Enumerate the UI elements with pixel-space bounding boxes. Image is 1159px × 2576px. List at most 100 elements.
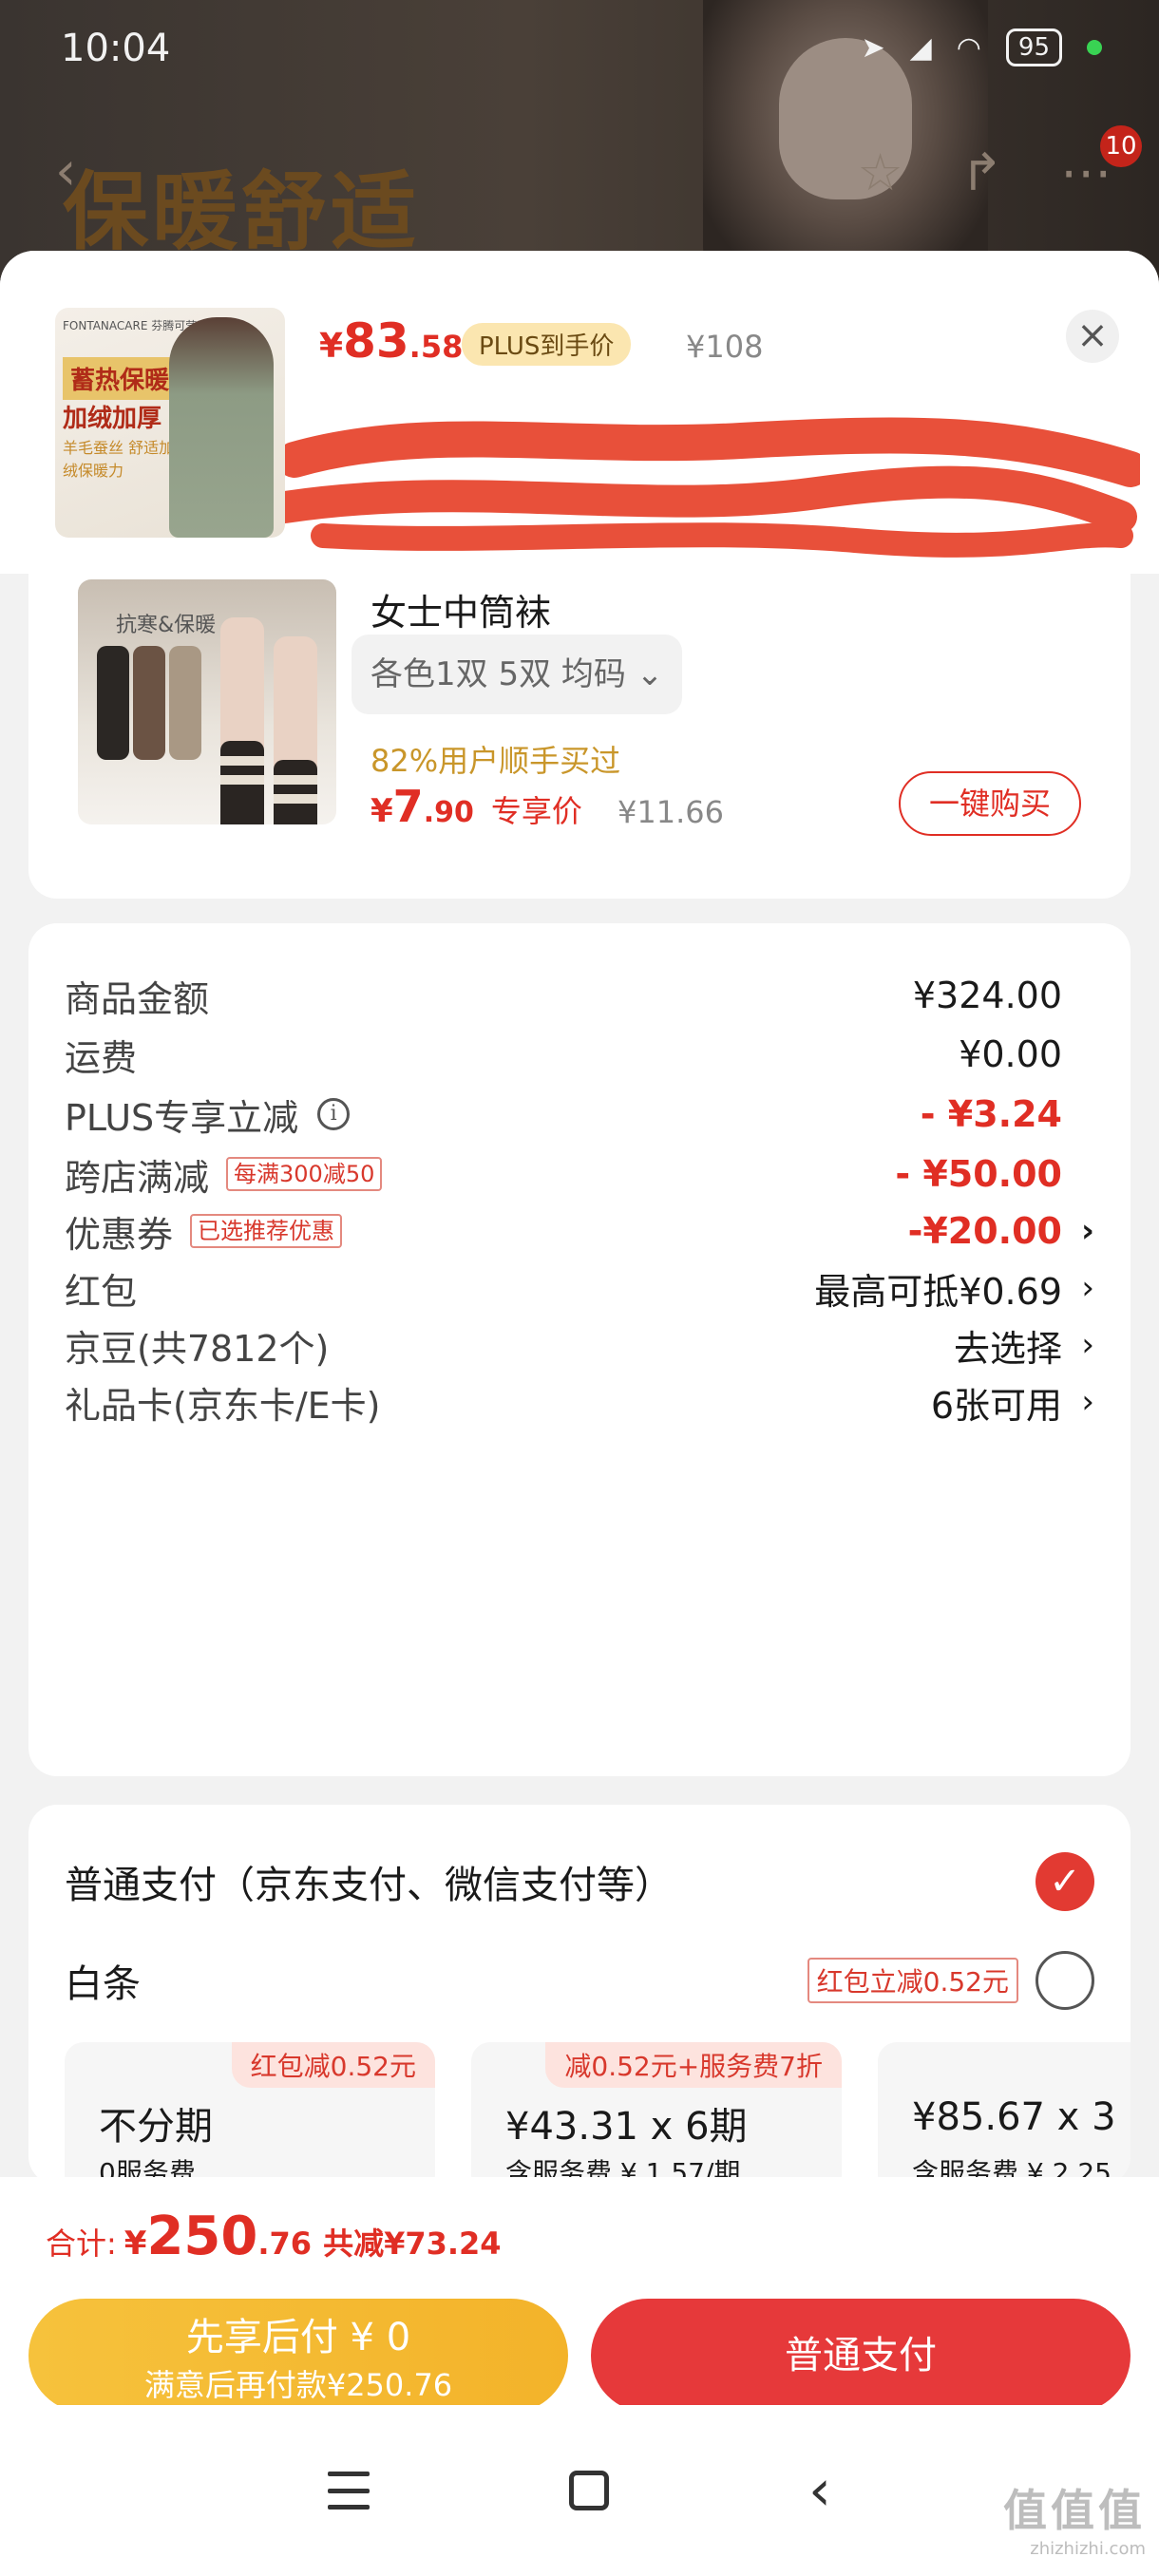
product-image-tag-1: 蓄热保暖 [63,357,178,400]
privacy-indicator-icon [1087,40,1102,55]
striped-sock-right [274,760,317,824]
info-icon[interactable]: i [317,1098,351,1130]
promo-tag: 每满300减50 [226,1157,383,1191]
row-value: ¥0.00 [959,1033,1094,1075]
product-image-tag-3: 羊毛蚕丝 舒适加绒保暖力 [63,439,175,480]
checkmark-icon[interactable]: ✓ [1036,1852,1094,1911]
row-label: 红包 [65,1270,138,1313]
status-time: 10:04 [61,27,171,70]
currency-symbol: ¥ [319,327,344,366]
price-decimal: .90 [423,796,474,829]
menu-icon-line [328,2488,370,2493]
row-value: - ¥50.00 [895,1153,1094,1195]
striped-sock-left [220,741,264,824]
addon-price: ¥ 7 .90 专享价 [370,781,582,832]
menu-icon-line [328,2505,370,2510]
location-icon: ➤ [861,30,885,65]
back-icon[interactable]: ‹ [808,2457,831,2524]
total-saved: 共减¥73.24 [323,2226,502,2262]
model-leg-left [220,617,264,824]
row-value: 6张可用 › [931,1376,1094,1429]
plan-main: ¥85.67 x 3 [912,2095,1116,2139]
menu-icon[interactable] [328,2472,370,2510]
row-value: 最高可抵¥0.69 › [814,1262,1094,1315]
row-label: 商品金额 [65,977,210,1020]
row-label: 优惠券 已选推荐优惠 [65,1205,343,1258]
addon-spec-selector[interactable]: 各色1双 5双 均码 ⌄ [352,635,683,714]
row-value-text: 6张可用 [930,1384,1062,1427]
redaction-scribble [285,417,1140,558]
product-thumbnail[interactable]: FONTANACARE 芬腾可莹 蓄热保暖 加绒加厚 羊毛蚕丝 舒适加绒保暖力 [55,308,285,538]
one-click-buy-button[interactable]: 一键购买 [899,771,1081,836]
addon-product-image[interactable]: 抗寒&保暖 [78,579,336,824]
price-decimal: .58 [408,329,464,365]
row-shipping: 运费 ¥0.00 [65,1026,1094,1083]
row-value: -¥20.00 › [908,1210,1094,1252]
row-value: ¥324.00 [913,975,1094,1016]
order-total-bar: 合计: ¥ 250 .76 共减¥73.24 [0,2177,1159,2295]
pay-later-line1: 先享后付 ¥ 0 [185,2316,411,2359]
row-label: 京豆(共7812个) [65,1327,330,1370]
sock-stripe [220,756,264,766]
normal-pay-button[interactable]: 普通支付 [591,2299,1130,2413]
row-jingdou[interactable]: 京豆(共7812个) 去选择 › [65,1316,1094,1373]
chevron-right-icon: › [1081,1269,1094,1307]
row-red-packet[interactable]: 红包 最高可抵¥0.69 › [65,1260,1094,1316]
row-label: PLUS专享立减 i [65,1089,351,1141]
watermark-main: 值值值 [1003,2485,1146,2536]
row-value-text: ¥0.00 [959,1033,1062,1075]
signal-icon: ◢ [909,30,932,65]
original-price: ¥108 [686,329,764,365]
radio-button[interactable] [1036,1951,1094,2010]
share-icon[interactable]: ↱ [960,142,1003,202]
status-icons: ➤ ◢ ◠ 95 [861,28,1102,66]
addon-spec-text: 各色1双 5双 均码 [370,655,626,693]
normal-payment-option[interactable]: 普通支付（京东支付、微信支付等） ✓ [65,1852,1094,1911]
pay-later-line2: 满意后再付款¥250.76 [143,2367,453,2403]
home-icon[interactable] [569,2471,609,2510]
addon-title: 女士中筒袜 [370,592,552,634]
sock-stripe [274,775,317,785]
sock-stripe [274,794,317,804]
price-summary-card: 商品金额 ¥324.00 运费 ¥0.00 PLUS专享立减 i - ¥3.24 … [28,923,1130,1776]
product-price: ¥ 83 .58 [319,313,463,369]
pay-later-button[interactable]: 先享后付 ¥ 0 满意后再付款¥250.76 [28,2299,568,2413]
background-actions: ☆ ↱ ⋯ [857,142,1112,202]
installment-plan-6[interactable]: 减0.52元+服务费7折 ¥43.31 x 6期 含服务费 ¥ 1.57/期 [471,2042,842,2185]
product-header: FONTANACARE 芬腾可莹 蓄热保暖 加绒加厚 羊毛蚕丝 舒适加绒保暖力 … [0,251,1159,574]
product-image-tag-2: 加绒加厚 [63,405,162,433]
exclusive-price-label: 专享价 [490,793,582,829]
watermark-sub: zhizhizhi.com [1030,2539,1146,2559]
addon-image-label: 抗寒&保暖 [116,614,217,637]
battery-icon: 95 [1005,28,1062,66]
plan-ribbon: 减0.52元+服务费7折 [545,2042,842,2088]
currency-symbol: ¥ [370,792,393,830]
installment-plan-3[interactable]: 红包 ¥85.67 x 3 含服务费 ¥ 2.25 [878,2042,1130,2185]
favorite-star-icon[interactable]: ☆ [857,142,902,202]
row-label-text: 优惠券 [65,1213,174,1256]
row-value-text: -¥20.00 [907,1210,1062,1252]
wifi-icon: ◠ [956,30,981,65]
addon-original-price: ¥11.66 [618,794,724,830]
row-value-text: 最高可抵¥0.69 [814,1270,1062,1313]
row-value-text: - ¥3.24 [920,1093,1062,1135]
row-plus-discount: PLUS专享立减 i - ¥3.24 [65,1086,1094,1143]
row-value-text: - ¥50.00 [895,1153,1062,1195]
total-decimal: .76 [257,2226,313,2262]
addon-product-card: 抗寒&保暖 女士中筒袜 各色1双 5双 均码 ⌄ 82%用户顺手买过 ¥ 7 .… [28,574,1130,899]
row-label-text: PLUS专享立减 [65,1096,299,1139]
row-label-text: 跨店满减 [65,1156,210,1199]
row-coupon[interactable]: 优惠券 已选推荐优惠 -¥20.00 › [65,1203,1094,1260]
installment-plans: 红包减0.52元 不分期 0服务费 减0.52元+服务费7折 ¥43.31 x … [65,2042,1130,2185]
sock-tan [169,646,201,760]
installment-plan-none[interactable]: 红包减0.52元 不分期 0服务费 [65,2042,435,2185]
baitiao-option[interactable]: 白条 红包立减0.52元 [65,1951,1094,2010]
row-gift-card[interactable]: 礼品卡(京东卡/E卡) 6张可用 › [65,1373,1094,1430]
close-button[interactable]: × [1066,310,1119,363]
normal-payment-label: 普通支付（京东支付、微信支付等） [65,1864,673,1907]
row-label: 礼品卡(京东卡/E卡) [65,1384,381,1427]
sock-black [97,646,129,760]
chevron-right-icon: › [1081,1383,1094,1421]
plan-ribbon: 红包减0.52元 [231,2042,435,2088]
plan-main: 不分期 [99,2105,213,2149]
